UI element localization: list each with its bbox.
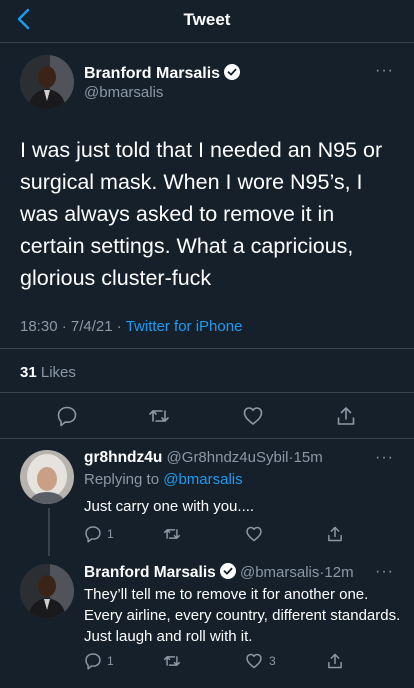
meta-separator: · [61,318,67,335]
tweet-date: 7/4/21 [70,318,113,335]
likes-label: Likes [40,364,76,381]
reply-count: 1 [107,527,114,541]
divider [0,438,414,439]
reply-more-options-icon[interactable]: ··· [375,449,394,467]
retweet-icon[interactable] [148,405,170,427]
meta-separator: · [116,318,122,335]
thread-line [48,508,50,556]
reply-author-avatar[interactable] [20,450,74,504]
replying-to-handle-link[interactable]: @bmarsalis [163,471,242,488]
reply-text: They’ll tell me to remove it for another… [84,586,401,645]
tweet-source-link[interactable]: Twitter for iPhone [126,318,243,335]
reply-header: gr8hndz4u @Gr8hndz4uSybil·15m [84,449,323,467]
share-icon[interactable] [326,525,344,543]
share-icon[interactable] [335,405,357,427]
share-icon[interactable] [326,652,344,670]
page-title: Tweet [183,10,231,29]
tweet-time: 18:30 [20,318,58,335]
reply-author-avatar[interactable] [20,564,74,618]
reply-count: 1 [107,654,114,668]
replying-to: Replying to @bmarsalis [84,471,243,488]
author-name[interactable]: Branford Marsalis [84,65,220,82]
like-heart-icon[interactable] [245,652,263,670]
author-handle[interactable]: @bmarsalis [84,84,163,101]
retweet-icon[interactable] [163,652,181,670]
author-avatar[interactable] [20,55,74,109]
reply-author-name[interactable]: Branford Marsalis [84,564,216,581]
likes-stat[interactable]: 31 Likes [20,364,76,381]
verified-badge-icon [219,563,236,579]
replying-to-label: Replying to [84,471,160,488]
like-heart-icon[interactable] [245,525,263,543]
reply-icon[interactable] [84,652,102,670]
like-count: 3 [269,654,276,668]
reply-header: Branford Marsalis @bmarsalis·12m [84,563,354,582]
divider [0,392,414,393]
reply-icon[interactable] [84,525,102,543]
likes-count: 31 [20,364,37,381]
top-bar: Tweet [0,0,414,43]
like-heart-icon[interactable] [242,405,264,427]
reply-author-name[interactable]: gr8hndz4u [84,449,162,466]
tweet-meta: 18:30 · 7/4/21 · Twitter for iPhone [20,318,242,335]
more-options-icon[interactable]: ··· [375,62,394,80]
reply-author-handle[interactable]: @bmarsalis [240,564,319,581]
reply-more-options-icon[interactable]: ··· [375,563,394,581]
retweet-icon[interactable] [163,525,181,543]
author-name-row[interactable]: Branford Marsalis [84,64,241,83]
reply-icon[interactable] [56,405,78,427]
tweet-text: I was just told that I needed an N95 or … [20,138,383,290]
divider [0,348,414,349]
reply-author-handle[interactable]: @Gr8hndz4uSybil [167,449,289,466]
reply-age: 12m [324,564,354,581]
verified-badge-icon [224,64,241,80]
reply-text: Just carry one with you.... [84,498,255,515]
reply-age: 15m [293,449,323,466]
